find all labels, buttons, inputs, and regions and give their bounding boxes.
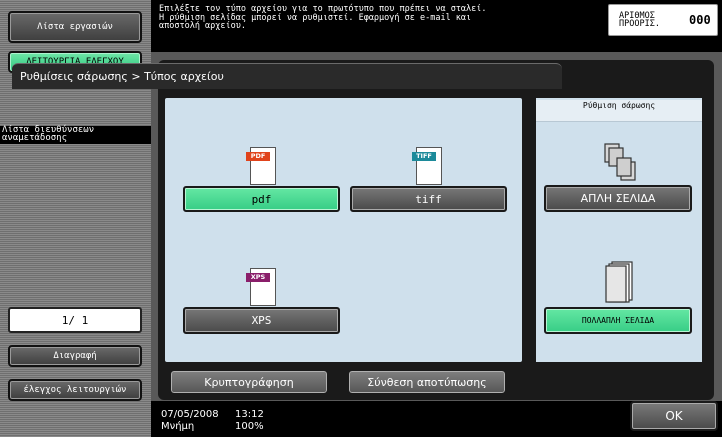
memory-value: 100% <box>235 421 264 432</box>
xps-file-icon: XPS <box>246 268 276 306</box>
tiff-tag: TIFF <box>412 152 436 161</box>
destination-label: ΑΡΙΘΜΟΣ ΠΡΟΟΡΙΣ. <box>619 11 660 29</box>
job-list-button[interactable]: Λίστα εργασιών <box>8 11 142 43</box>
stamp-composition-button[interactable]: Σύνθεση αποτύπωσης <box>347 369 507 395</box>
date-text: 07/05/2008 <box>161 409 219 420</box>
job-list-label: Λίστα εργασιών <box>37 22 113 32</box>
xps-button[interactable]: XPS <box>183 307 340 334</box>
ok-button[interactable]: OK <box>630 401 718 431</box>
pdf-file-icon: PDF <box>246 147 276 185</box>
time-text: 13:12 <box>235 409 264 420</box>
message-header: Επιλέξτε τον τύπο αρχείου για το πρωτότυ… <box>151 0 722 52</box>
multi-page-button[interactable]: ΠΟΛΛΑΠΛΗ ΣΕΛΙΔΑ <box>544 307 692 334</box>
address-list-label[interactable]: Λίστα διευθύνσεων αναμετάδοσης <box>0 126 151 144</box>
memory-label: Μνήμη <box>161 421 195 432</box>
multi-page-icon <box>605 261 633 303</box>
destination-count: 000 <box>689 13 711 27</box>
pdf-button[interactable]: pdf <box>183 186 340 212</box>
single-page-icon <box>604 143 636 181</box>
destination-counter: ΑΡΙΘΜΟΣ ΠΡΟΟΡΙΣ. 000 <box>608 4 718 36</box>
xps-tag: XPS <box>246 273 270 282</box>
tiff-file-icon: TIFF <box>412 147 442 185</box>
scan-setting-heading: Ρύθμιση σάρωσης <box>536 100 702 122</box>
instruction-message: Επιλέξτε τον τύπο αρχείου για το πρωτότυ… <box>159 4 487 31</box>
page-title: Ρυθμίσεις σάρωσης > Τύπος αρχείου <box>12 63 562 89</box>
function-check-label: έλεγχος λειτουργιών <box>23 385 127 395</box>
pdf-tag: PDF <box>246 152 270 161</box>
delete-label: Διαγραφή <box>53 351 97 361</box>
encryption-button[interactable]: Κρυπτογράφηση <box>169 369 329 395</box>
tiff-button[interactable]: tiff <box>350 186 507 212</box>
single-page-button[interactable]: ΑΠΛΗ ΣΕΛΙΔΑ <box>544 185 692 212</box>
delete-button[interactable]: Διαγραφή <box>8 345 142 367</box>
page-indicator: 1/ 1 <box>8 307 142 333</box>
function-check-button[interactable]: έλεγχος λειτουργιών <box>8 379 142 401</box>
